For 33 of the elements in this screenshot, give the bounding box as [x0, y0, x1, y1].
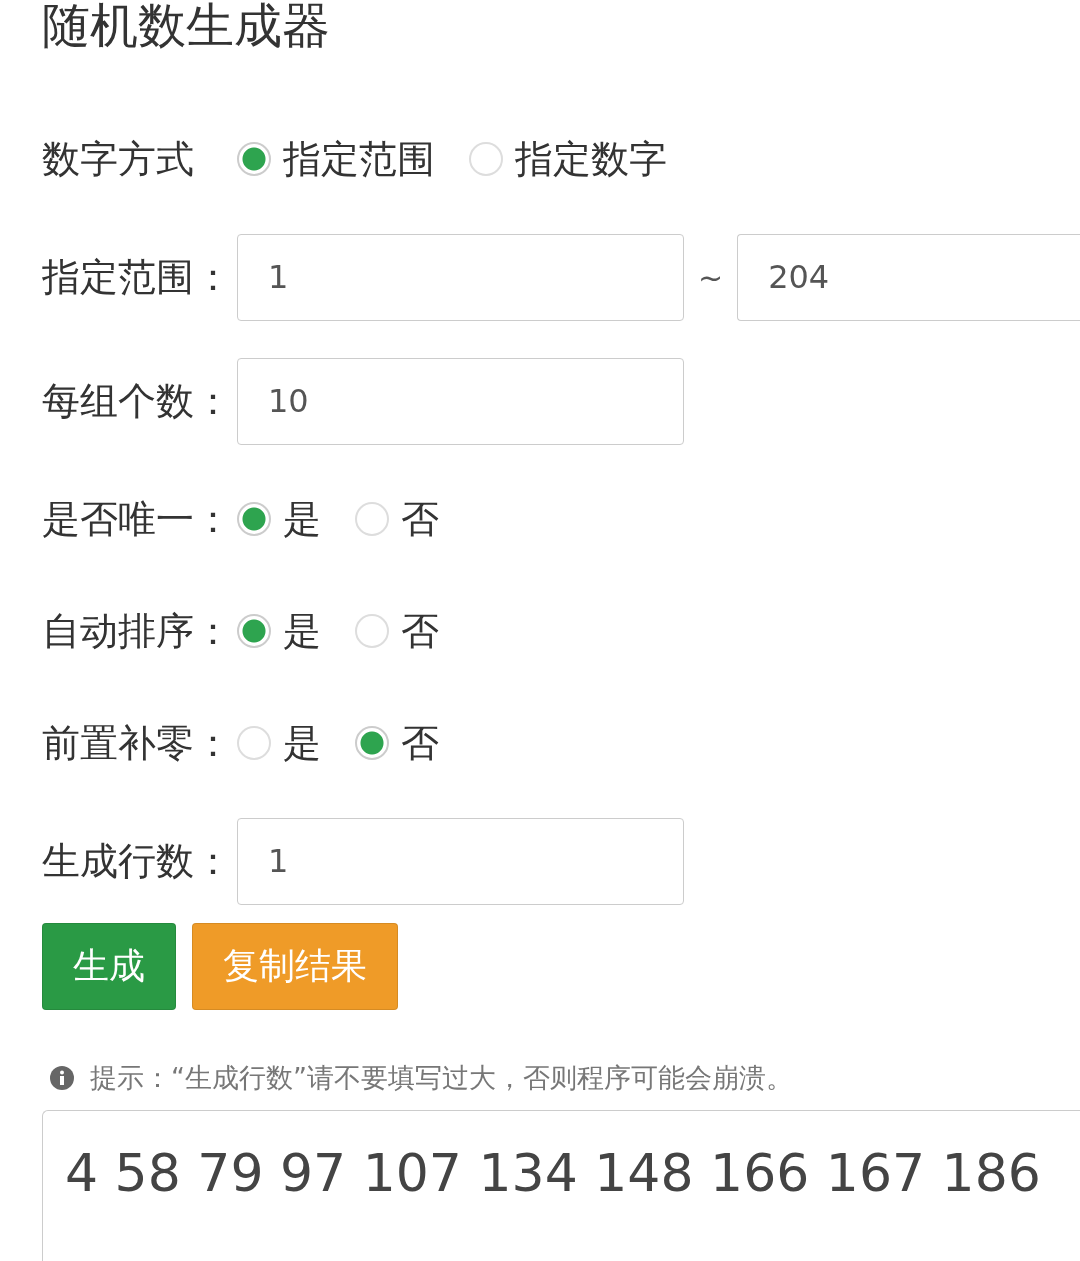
radio-button[interactable] [237, 142, 271, 176]
radio-button[interactable] [237, 502, 271, 536]
hint-text: 提示：“生成行数”请不要填写过大，否则程序可能会崩溃。 [90, 1061, 793, 1095]
field-label: 指定范围： [42, 253, 215, 301]
result-text: 4 58 79 97 107 134 148 166 167 186 [65, 1143, 1041, 1203]
info-icon [50, 1066, 74, 1090]
page-title: 随机数生成器 [42, 0, 331, 55]
radio-button[interactable] [237, 726, 271, 760]
option-label[interactable]: 否 [401, 717, 439, 769]
field-label: 自动排序： [42, 607, 215, 655]
option-label[interactable]: 指定数字 [515, 133, 667, 185]
radio-button[interactable] [355, 726, 389, 760]
input-field[interactable]: 10 [237, 357, 684, 445]
field-label: 数字方式 [42, 135, 195, 183]
radio-button[interactable] [469, 142, 503, 176]
range-separator: ~ [698, 259, 724, 295]
input-field[interactable]: 1 [237, 233, 684, 321]
field-label: 前置补零： [42, 719, 215, 767]
input-field[interactable]: 204 [737, 233, 1080, 321]
radio-button[interactable] [237, 614, 271, 648]
option-label[interactable]: 是 [283, 493, 321, 545]
generate-button[interactable]: 生成 [42, 923, 176, 1010]
input-field[interactable]: 1 [237, 817, 684, 905]
option-label[interactable]: 是 [283, 717, 321, 769]
field-label: 生成行数： [42, 837, 215, 885]
option-label[interactable]: 否 [401, 605, 439, 657]
radio-button[interactable] [355, 614, 389, 648]
option-label[interactable]: 是 [283, 605, 321, 657]
radio-button[interactable] [355, 502, 389, 536]
field-label: 是否唯一： [42, 495, 215, 543]
option-label[interactable]: 否 [401, 493, 439, 545]
field-label: 每组个数： [42, 377, 215, 425]
option-label[interactable]: 指定范围 [283, 133, 435, 185]
